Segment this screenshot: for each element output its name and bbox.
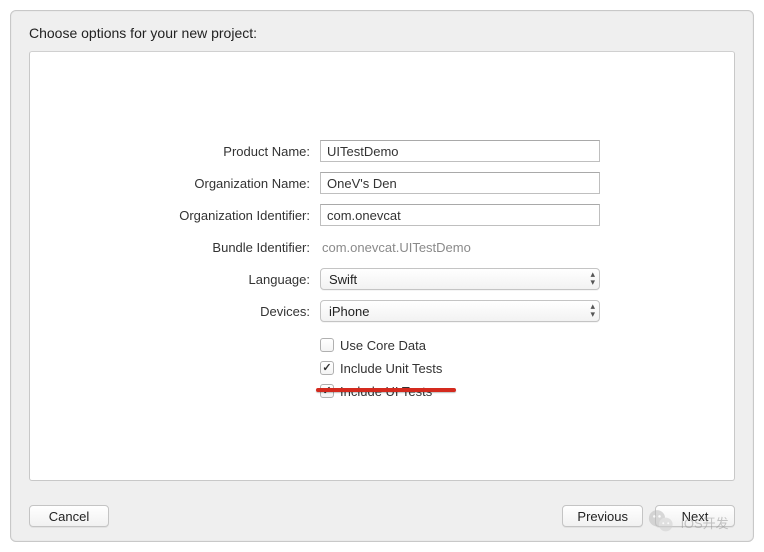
unit-tests-label: Include Unit Tests	[340, 361, 442, 376]
form-panel: Product Name: Organization Name: Organiz…	[29, 51, 735, 481]
org-identifier-input[interactable]	[320, 204, 600, 226]
footer-buttons: Cancel Previous Next	[29, 505, 735, 527]
bundle-identifier-label: Bundle Identifier:	[30, 240, 320, 255]
devices-select[interactable]: iPhone	[320, 300, 600, 322]
product-name-input[interactable]	[320, 140, 600, 162]
cancel-button[interactable]: Cancel	[29, 505, 109, 527]
bundle-identifier-value: com.onevcat.UITestDemo	[320, 240, 600, 255]
org-identifier-label: Organization Identifier:	[30, 208, 320, 223]
sheet-title: Choose options for your new project:	[29, 25, 735, 41]
language-label: Language:	[30, 272, 320, 287]
product-name-label: Product Name:	[30, 144, 320, 159]
core-data-checkbox[interactable]	[320, 338, 334, 352]
unit-tests-checkbox[interactable]	[320, 361, 334, 375]
highlight-underline	[316, 388, 456, 392]
devices-label: Devices:	[30, 304, 320, 319]
org-name-label: Organization Name:	[30, 176, 320, 191]
next-button[interactable]: Next	[655, 505, 735, 527]
previous-button[interactable]: Previous	[562, 505, 643, 527]
org-name-input[interactable]	[320, 172, 600, 194]
options-sheet: Choose options for your new project: Pro…	[10, 10, 754, 542]
core-data-label: Use Core Data	[340, 338, 426, 353]
language-select[interactable]: Swift	[320, 268, 600, 290]
